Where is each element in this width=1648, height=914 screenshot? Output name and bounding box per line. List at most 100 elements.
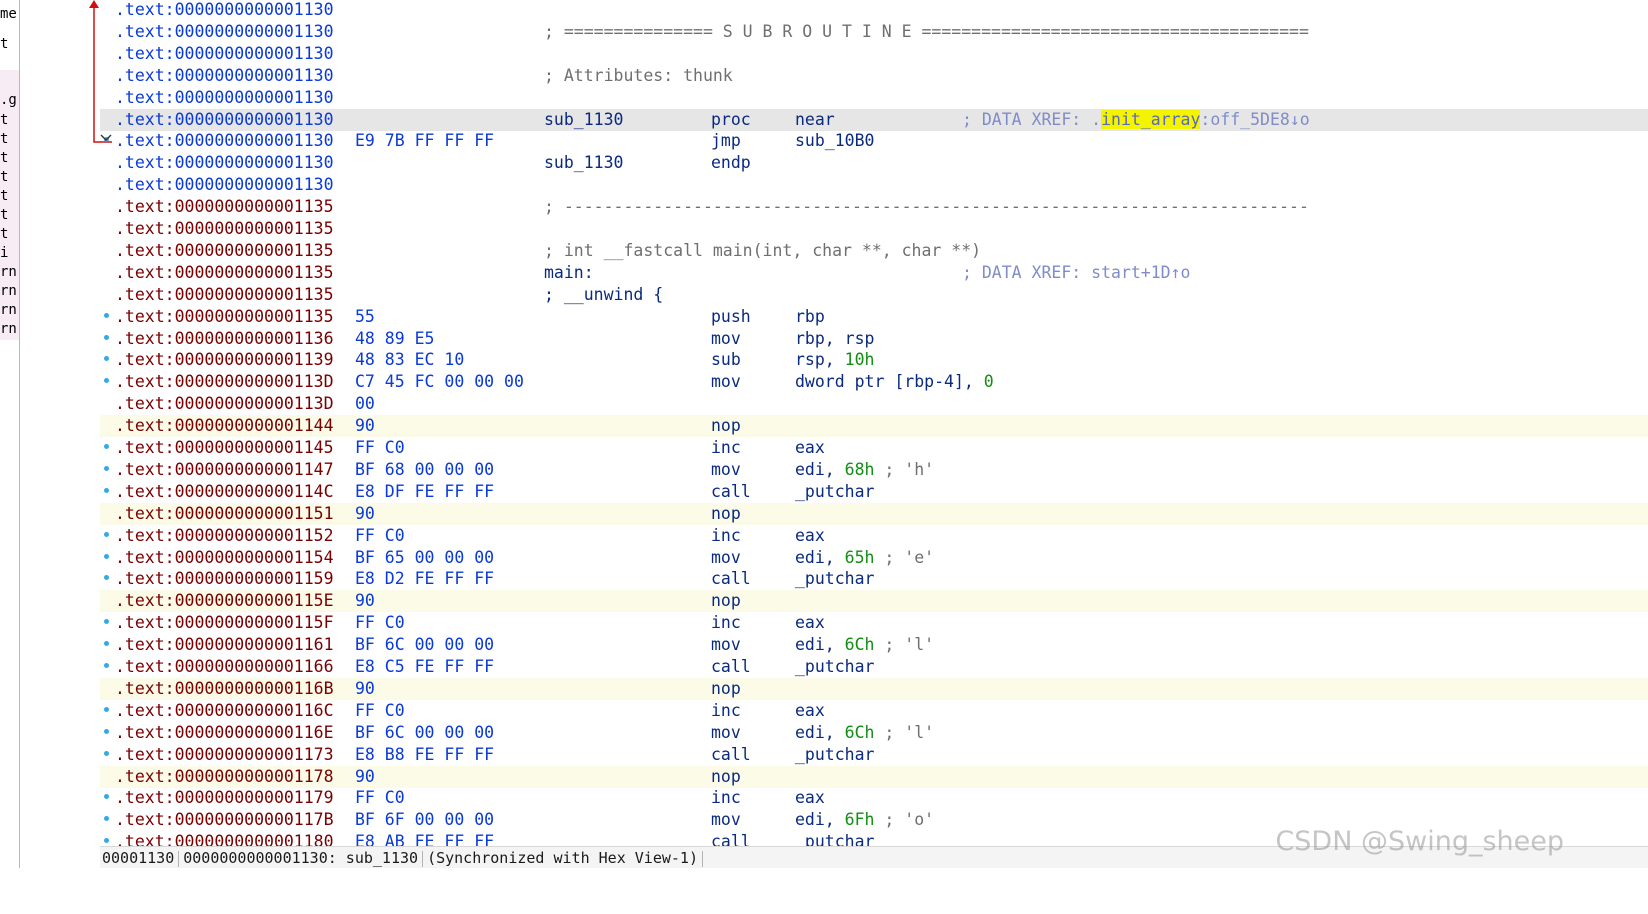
disasm-line[interactable]: .text:0000000000001130 sub_1130 endp: [100, 152, 1648, 174]
disasm-line[interactable]: .text:000000000000114C E8 DF FE FF FF call…: [100, 481, 1648, 503]
watermark: CSDN @Swing_sheep: [1275, 826, 1564, 857]
disasm-line[interactable]: .text:000000000000115F FF C0 inc eax: [100, 612, 1648, 634]
disasm-line[interactable]: .text:0000000000001136 48 89 E5 mov rbp, rs…: [100, 328, 1648, 350]
line-address: .text:0000000000001130: [115, 43, 334, 63]
instruction-mnemonic: mov: [711, 328, 741, 348]
function-list-item[interactable]: t: [0, 188, 8, 204]
function-list-item[interactable]: t: [0, 169, 8, 185]
function-list-item[interactable]: rn: [0, 321, 17, 337]
disasm-line[interactable]: .text:0000000000001151 90 nop: [100, 502, 1648, 525]
immediate-value: 6Ch: [844, 635, 875, 655]
operand-text: eax: [795, 788, 825, 808]
instruction-mnemonic: call: [711, 832, 751, 846]
immediate-value: 68h: [844, 459, 875, 479]
instruction-operands: edi, 6Fh ; 'o': [795, 809, 934, 831]
function-list-item[interactable]: me: [0, 6, 17, 22]
disasm-line[interactable]: .text:000000000000113D 00: [100, 393, 1648, 415]
instruction-mnemonic: mov: [711, 722, 741, 742]
disasm-line[interactable]: .text:0000000000001166 E8 C5 FE FF FF call…: [100, 656, 1648, 678]
disasm-line[interactable]: .text:0000000000001152 FF C0 inc eax: [100, 525, 1648, 547]
code-gutter[interactable]: [20, 0, 112, 868]
disasm-line[interactable]: .text:0000000000001135 ; __unwind {: [100, 284, 1648, 306]
line-address: .text:0000000000001136: [115, 328, 334, 348]
instruction-mnemonic: mov: [711, 372, 741, 392]
disassembly-view[interactable]: .text:0000000000001130 .text:000000000000…: [100, 0, 1648, 846]
disasm-line[interactable]: .text:0000000000001135 ; ----------------…: [100, 196, 1648, 218]
line-address: .text:000000000000115E: [115, 591, 334, 611]
disasm-line[interactable]: .text:000000000000115E 90 nop: [100, 590, 1648, 613]
function-list-item[interactable]: t: [0, 150, 8, 166]
opcode-bytes: 90: [355, 766, 375, 786]
xref-prefix: ; DATA XREF: .: [962, 109, 1102, 129]
operand-text: near: [795, 109, 835, 129]
opcode-bytes: E8 AB FE FF FF: [355, 832, 495, 846]
disasm-line[interactable]: .text:0000000000001139 48 83 EC 10 sub rsp,…: [100, 349, 1648, 371]
function-list-item[interactable]: t: [0, 226, 8, 242]
disasm-line[interactable]: .text:0000000000001130 ; Attributes: thun…: [100, 65, 1648, 87]
opcode-bytes: C7 45 FC 00 00 00: [355, 372, 524, 392]
disasm-line[interactable]: .text:0000000000001173 E8 B8 FE FF FF call…: [100, 744, 1648, 766]
line-address: .text:0000000000001130: [115, 175, 334, 195]
line-address: .text:0000000000001159: [115, 569, 334, 589]
instruction-operands: rbp: [795, 306, 825, 328]
opcode-bytes: 48 83 EC 10: [355, 350, 465, 370]
opcode-bytes: E8 D2 FE FF FF: [355, 569, 495, 589]
disasm-line[interactable]: .text:000000000000116C FF C0 inc eax: [100, 700, 1648, 722]
disasm-line[interactable]: .text:0000000000001130 ; =============== …: [100, 21, 1648, 43]
xref-comment[interactable]: ; DATA XREF: start+1D↑o: [962, 262, 1190, 284]
instruction-operands: eax: [795, 700, 825, 722]
instruction-operands: _putchar: [795, 744, 874, 766]
line-address: .text:0000000000001135: [115, 240, 334, 260]
operand-text: rbp, rsp: [795, 328, 875, 348]
function-list-item[interactable]: rn: [0, 264, 17, 280]
function-list-item[interactable]: rn: [0, 283, 17, 299]
disasm-line[interactable]: .text:0000000000001135: [100, 218, 1648, 240]
instruction-operands: edi, 65h ; 'e': [795, 547, 934, 569]
bottom-margin: [0, 868, 1648, 914]
instruction-operands: edi, 6Ch ; 'l': [795, 722, 934, 744]
function-list-item[interactable]: t: [0, 36, 8, 52]
xref-comment[interactable]: ; DATA XREF: .init_array:off_5DE8↓o: [962, 109, 1310, 131]
function-list-item[interactable]: rn: [0, 302, 17, 318]
function-list-item[interactable]: t: [0, 207, 8, 223]
operand-text: edi,: [795, 547, 845, 567]
xref-highlight: init_array: [1101, 109, 1201, 129]
disasm-line[interactable]: .text:0000000000001147 BF 68 00 00 00 mov e…: [100, 459, 1648, 481]
opcode-bytes: FF C0: [355, 438, 405, 457]
disasm-line[interactable]: .text:0000000000001130: [100, 0, 1648, 21]
function-list-item[interactable]: t: [0, 112, 8, 128]
function-list-item[interactable]: i: [0, 245, 8, 261]
disasm-line[interactable]: .text:0000000000001135 55 push rbp: [100, 306, 1648, 328]
line-address: .text:0000000000001151: [115, 503, 334, 523]
code-label: ; __unwind {: [544, 284, 664, 304]
opcode-bytes: 90: [355, 591, 375, 611]
instruction-operands: eax: [795, 525, 825, 547]
disasm-line[interactable]: .text:0000000000001135 ; int __fastcall m…: [100, 240, 1648, 262]
disasm-line[interactable]: .text:0000000000001130: [100, 43, 1648, 65]
disasm-line[interactable]: .text:0000000000001135 main: ; DATA XREF: …: [100, 262, 1648, 284]
operand-text: _putchar: [795, 569, 875, 589]
line-address: .text:0000000000001130: [115, 109, 334, 129]
function-list-item[interactable]: .g: [0, 92, 17, 108]
disasm-line[interactable]: .text:0000000000001159 E8 D2 FE FF FF call…: [100, 568, 1648, 590]
disasm-line[interactable]: .text:000000000000116B 90 nop: [100, 677, 1648, 700]
function-list-pane[interactable]: me t .g t t t t t t t i rn rn rn rn: [0, 0, 20, 868]
disasm-line[interactable]: .text:0000000000001130 sub_1130 proc near ; …: [100, 108, 1648, 131]
instruction-mnemonic: push: [711, 306, 751, 326]
function-list-item[interactable]: t: [0, 131, 8, 147]
disasm-line[interactable]: .text:0000000000001144 90 nop: [100, 415, 1648, 438]
disasm-line[interactable]: .text:0000000000001145 FF C0 inc eax: [100, 437, 1648, 459]
inline-comment: ; 'l': [874, 635, 935, 655]
disasm-line[interactable]: .text:000000000000113D C7 45 FC 00 00 00 m…: [100, 371, 1648, 393]
disasm-line[interactable]: .text:0000000000001178 90 nop: [100, 765, 1648, 788]
disasm-line[interactable]: .text:0000000000001130: [100, 174, 1648, 196]
disasm-line[interactable]: .text:0000000000001130 E9 7B FF FF FF jmp s…: [100, 130, 1648, 152]
operand-text: edi,: [795, 459, 845, 479]
disasm-line[interactable]: .text:0000000000001130: [100, 87, 1648, 109]
disasm-line[interactable]: .text:0000000000001154 BF 65 00 00 00 mov e…: [100, 547, 1648, 569]
disasm-line[interactable]: .text:000000000000116E BF 6C 00 00 00 mov e…: [100, 722, 1648, 744]
disasm-line[interactable]: .text:0000000000001161 BF 6C 00 00 00 mov e…: [100, 634, 1648, 656]
line-address: .text:000000000000113D: [115, 372, 334, 392]
line-address: .text:0000000000001135: [115, 306, 334, 326]
disasm-line[interactable]: .text:0000000000001179 FF C0 inc eax: [100, 787, 1648, 809]
